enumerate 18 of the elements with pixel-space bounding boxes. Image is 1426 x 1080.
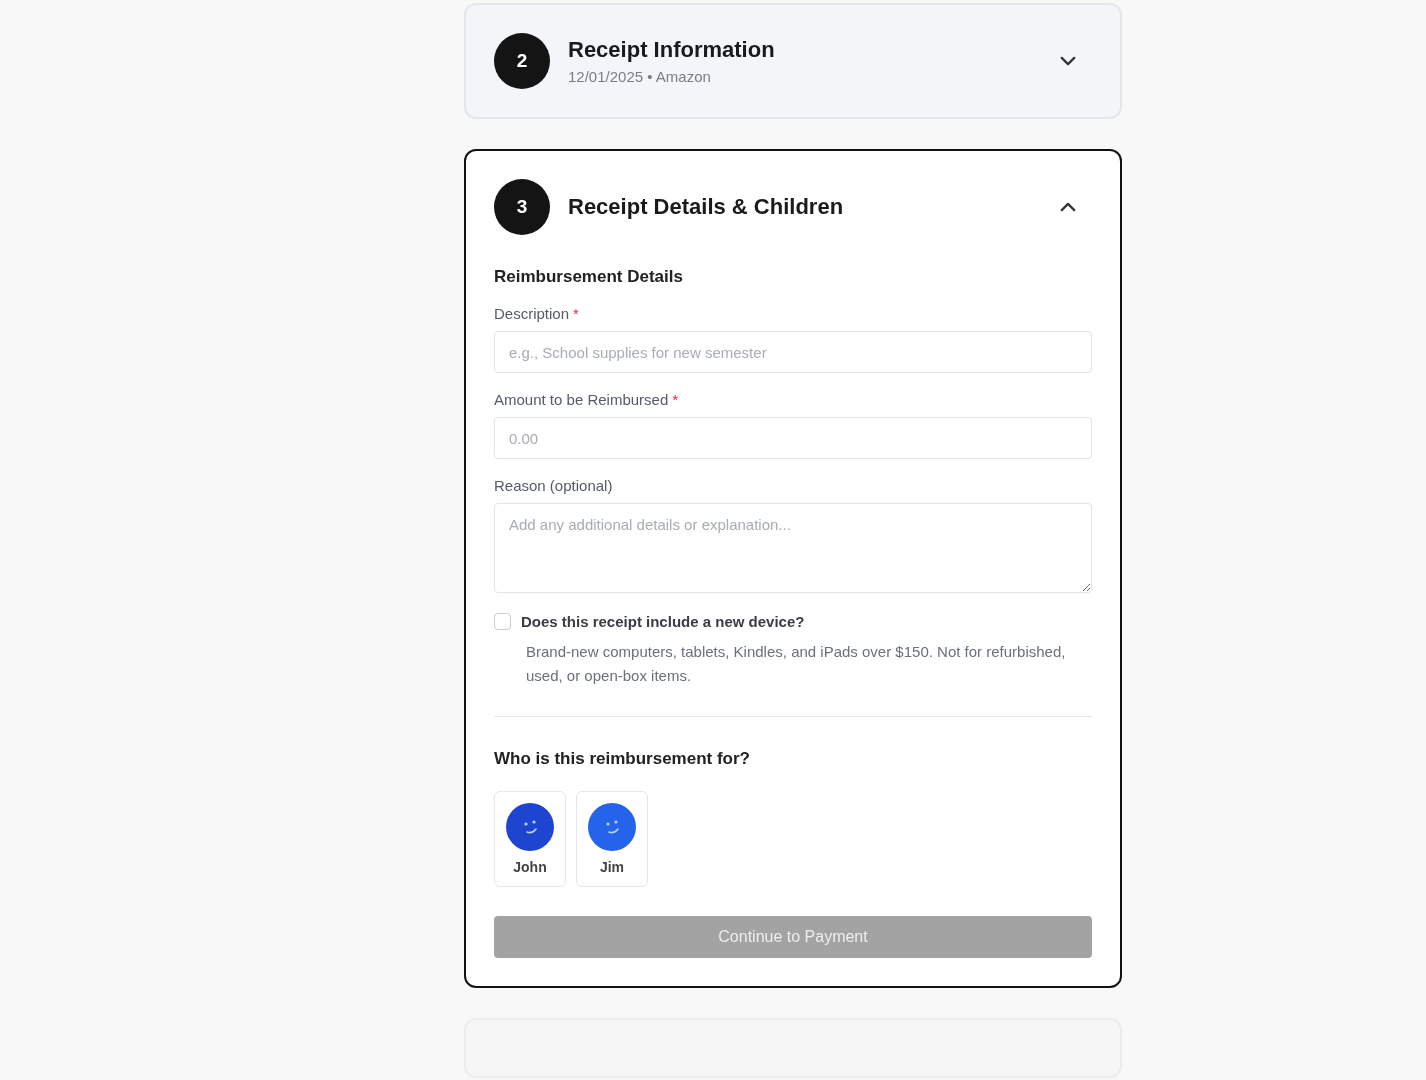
step-title: Receipt Information bbox=[568, 37, 776, 63]
field-label: Description * bbox=[494, 305, 580, 322]
input-field[interactable]: e.g., School supplies for new semester bbox=[494, 331, 1092, 373]
section-heading: Who is this reimbursement for? bbox=[494, 749, 751, 769]
field-label: Amount to be Reimbursed * bbox=[494, 391, 680, 408]
checkbox[interactable] bbox=[494, 613, 511, 630]
textarea-field[interactable]: Add any additional details or explanation... bbox=[494, 503, 1092, 593]
input-field[interactable]: 0.00 bbox=[494, 417, 1092, 459]
step-number: 2 bbox=[494, 33, 550, 89]
step-number: 3 bbox=[494, 179, 550, 235]
step-summary: 12/01/2025 • Amazon bbox=[568, 68, 712, 85]
step-title: Receipt Details & Children bbox=[568, 194, 845, 220]
field-label: Reason (optional) bbox=[494, 477, 614, 494]
help-text: Brand-new computers, tablets, Kindles, and iPads over $150. Not for refurbished, used, or open-box items. bbox=[526, 642, 1067, 686]
checkbox-label[interactable]: Does this receipt include a new device? bbox=[521, 613, 805, 630]
child-option[interactable]: Jim bbox=[576, 791, 648, 887]
section-heading: Reimbursement Details bbox=[494, 267, 684, 287]
child-option[interactable]: John bbox=[494, 791, 566, 887]
